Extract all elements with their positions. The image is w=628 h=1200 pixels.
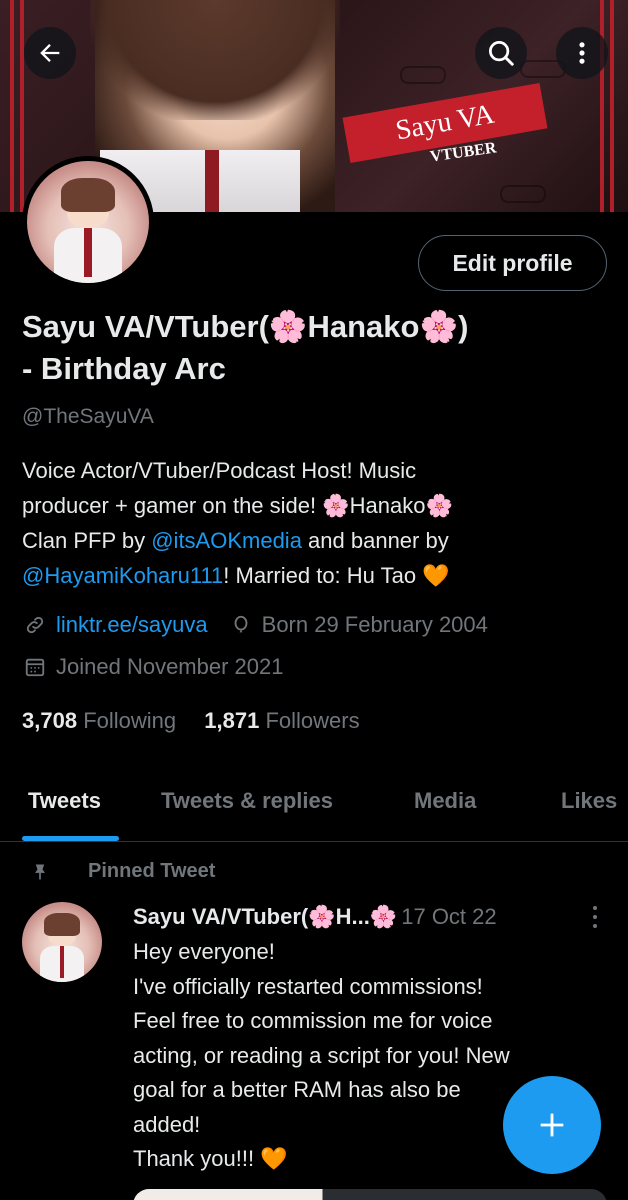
compose-tweet-button[interactable] — [503, 1076, 601, 1174]
search-button[interactable] — [475, 27, 527, 79]
profile-meta-row: Joined November 2021 — [22, 654, 283, 680]
more-dot — [593, 915, 597, 919]
tweet-line: Feel free to commission me for voice — [133, 1008, 493, 1033]
pinned-tweet-label: Pinned Tweet — [88, 860, 216, 882]
avatar-image — [22, 902, 102, 982]
banner-character-hair — [90, 0, 340, 120]
joined-text: Joined November 2021 — [56, 654, 284, 679]
bio-line: Clan PFP by @itsAOKmedia and banner by — [22, 523, 612, 558]
active-tab-indicator — [22, 836, 119, 841]
followers-stat[interactable]: 1,871 Followers — [204, 708, 359, 733]
link-icon — [22, 612, 48, 638]
banner-stripe — [600, 0, 604, 212]
profile-display-name: Sayu VA/VTuber(🌸Hanako🌸) - Birthday Arc — [22, 306, 612, 390]
back-button[interactable] — [24, 27, 76, 79]
display-name-line2: - Birthday Arc — [22, 351, 226, 386]
following-stat[interactable]: 3,708 Following — [22, 708, 176, 733]
bio-text: and banner by — [301, 528, 449, 553]
plus-icon — [540, 1113, 564, 1137]
tweet-line: Hey everyone! — [133, 939, 275, 964]
display-name-line1: Sayu VA/VTuber(🌸Hanako🌸) — [22, 309, 469, 344]
calendar-icon — [22, 654, 48, 680]
banner-glasses-decoration — [500, 185, 546, 203]
bio-line: Voice Actor/VTuber/Podcast Host! Music — [22, 458, 417, 483]
pin-icon — [35, 864, 45, 880]
tab-likes[interactable]: Likes — [561, 788, 617, 814]
profile-handle: @TheSayuVA — [22, 405, 154, 428]
pinned-tweet-label-row: Pinned Tweet — [35, 860, 216, 883]
avatar-image — [27, 161, 149, 283]
birthday-text: Born 29 February 2004 — [261, 612, 488, 637]
website-link[interactable]: linktr.ee/sayuva — [56, 612, 208, 638]
tweet-line: acting, or reading a script for you! New — [133, 1042, 510, 1068]
search-icon — [489, 41, 514, 66]
following-label: Following — [83, 708, 177, 733]
bio-line: producer + gamer on the side! 🌸Hanako🌸 — [22, 493, 453, 518]
tweet-more-button[interactable] — [585, 903, 605, 931]
profile-bio: Voice Actor/VTuber/Podcast Host! Music p… — [22, 453, 612, 593]
tab-tweets-replies[interactable]: Tweets & replies — [161, 788, 333, 814]
more-button[interactable] — [556, 27, 608, 79]
edit-profile-button[interactable]: Edit profile — [418, 235, 607, 291]
followers-label: Followers — [265, 708, 360, 733]
follow-stats: 3,708 Following 1,871 Followers — [22, 708, 360, 734]
mention-link-itsaokmedia[interactable]: @itsAOKmedia — [151, 528, 302, 553]
tab-tweets[interactable]: Tweets — [28, 788, 101, 814]
tweet-header: Sayu VA/VTuber(🌸H...🌸 17 Oct 22 — [133, 904, 497, 930]
banner-stripe — [20, 0, 24, 212]
profile-meta-row: linktr.ee/sayuva Born 29 February 2004 — [22, 612, 488, 638]
arrow-left-icon — [40, 44, 60, 62]
more-dot — [593, 924, 597, 928]
bio-line: @HayamiKoharu111! Married to: Hu Tao 🧡 — [22, 558, 612, 593]
tweet-date[interactable]: 17 Oct 22 — [401, 904, 496, 930]
tweet-media-preview[interactable] — [133, 1189, 607, 1200]
profile-avatar[interactable] — [22, 156, 154, 288]
mention-link-hayamikoharu111[interactable]: @HayamiKoharu111 — [22, 563, 223, 588]
banner-glasses-decoration — [400, 66, 446, 84]
banner-stripe — [610, 0, 614, 212]
followers-count: 1,871 — [204, 708, 260, 733]
tweet-author-name[interactable]: Sayu VA/VTuber(🌸H...🌸 — [133, 904, 397, 930]
tweet-author-avatar[interactable] — [22, 902, 102, 982]
more-vertical-icon — [579, 42, 585, 64]
balloon-icon — [228, 612, 254, 638]
banner-character-tie — [205, 150, 219, 212]
banner-stripe — [10, 0, 14, 212]
bio-text: ! Married to: Hu Tao 🧡 — [223, 563, 450, 588]
banner-title: Sayu VA — [393, 98, 497, 147]
tweet-line: I've officially restarted commissions! — [133, 973, 483, 999]
following-count: 3,708 — [22, 708, 78, 733]
profile-tabs: Tweets Tweets & replies Media Likes — [0, 770, 628, 842]
more-dot — [593, 906, 597, 910]
tab-media[interactable]: Media — [414, 788, 476, 814]
bio-text: Clan PFP by — [22, 528, 152, 553]
